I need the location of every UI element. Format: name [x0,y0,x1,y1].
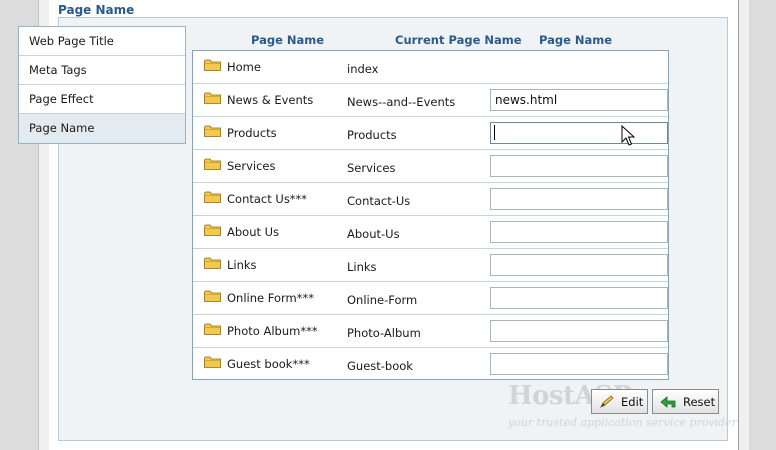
page-name-label: About Us [227,225,280,239]
column-header-new-page-name: Page Name [539,33,613,47]
current-page-name: Online-Form [347,293,418,307]
edit-button[interactable]: Edit [591,389,648,414]
edit-button-label: Edit [621,395,644,409]
column-header-current-page-name: Current Page Name [395,33,522,47]
tab-web-page-title[interactable]: Web Page Title [19,27,185,56]
table-row: Home index [193,51,668,84]
current-page-name: Products [347,128,397,142]
table-row: Photo Album*** Photo-Album [193,315,668,348]
table-row: About Us About-Us [193,216,668,249]
page-name-label: Online Form*** [227,291,314,305]
folder-icon [204,290,221,302]
table-row: Products Products [193,117,668,150]
page-name-label: Guest book*** [227,357,310,371]
section-title: Page Name [58,3,135,17]
new-page-name-input[interactable] [490,188,668,210]
current-page-name: index [347,62,379,76]
folder-icon [204,92,221,104]
page-name-table: Home index News & Events News--and--Events P… [192,50,669,380]
table-row: Contact Us*** Contact-Us [193,183,668,216]
folder-icon [204,323,221,335]
page-name-label: Services [227,159,276,173]
page-name-label: News & Events [227,93,314,107]
tab-page-name[interactable]: Page Name [19,114,185,143]
text-caret [494,125,495,140]
page-name-label: Contact Us*** [227,192,308,206]
column-header-page-name: Page Name [251,33,325,47]
page-name-label: Photo Album*** [227,324,318,338]
table-row: Links Links [193,249,668,282]
undo-arrow-icon [660,396,676,408]
folder-icon [204,191,221,203]
folder-icon [204,356,221,368]
current-page-name: About-Us [347,227,400,241]
folder-icon [204,224,221,236]
table-row: Services Services [193,150,668,183]
current-page-name: Photo-Album [347,326,421,340]
new-page-name-input[interactable] [490,320,668,342]
new-page-name-input[interactable] [490,155,668,177]
current-page-name: Guest-book [347,359,413,373]
current-page-name: Services [347,161,396,175]
table-row: News & Events News--and--Events [193,84,668,117]
page-name-label: Home [227,60,261,74]
tab-meta-tags[interactable]: Meta Tags [19,56,185,85]
table-row: Online Form*** Online-Form [193,282,668,315]
current-page-name: News--and--Events [347,95,456,109]
page-name-label: Products [227,126,277,140]
new-page-name-input[interactable] [490,89,668,111]
page-name-label: Links [227,258,257,272]
right-outer-rail [749,0,776,450]
reset-button-label: Reset [683,395,716,409]
new-page-name-input[interactable] [490,287,668,309]
folder-icon [204,125,221,137]
new-page-name-input[interactable] [490,122,668,144]
folder-icon [204,59,221,71]
folder-icon [204,257,221,269]
reset-button[interactable]: Reset [652,389,719,414]
current-page-name: Links [347,260,377,274]
new-page-name-input[interactable] [490,254,668,276]
new-page-name-input[interactable] [490,353,668,375]
current-page-name: Contact-Us [347,194,411,208]
mouse-pointer-icon [621,125,635,146]
new-page-name-input[interactable] [490,221,668,243]
tab-page-effect[interactable]: Page Effect [19,85,185,114]
table-row: Guest book*** Guest-book [193,348,668,381]
pencil-icon [600,395,614,408]
settings-tab-list: Web Page Title Meta Tags Page Effect Pag… [18,26,186,144]
folder-icon [204,158,221,170]
